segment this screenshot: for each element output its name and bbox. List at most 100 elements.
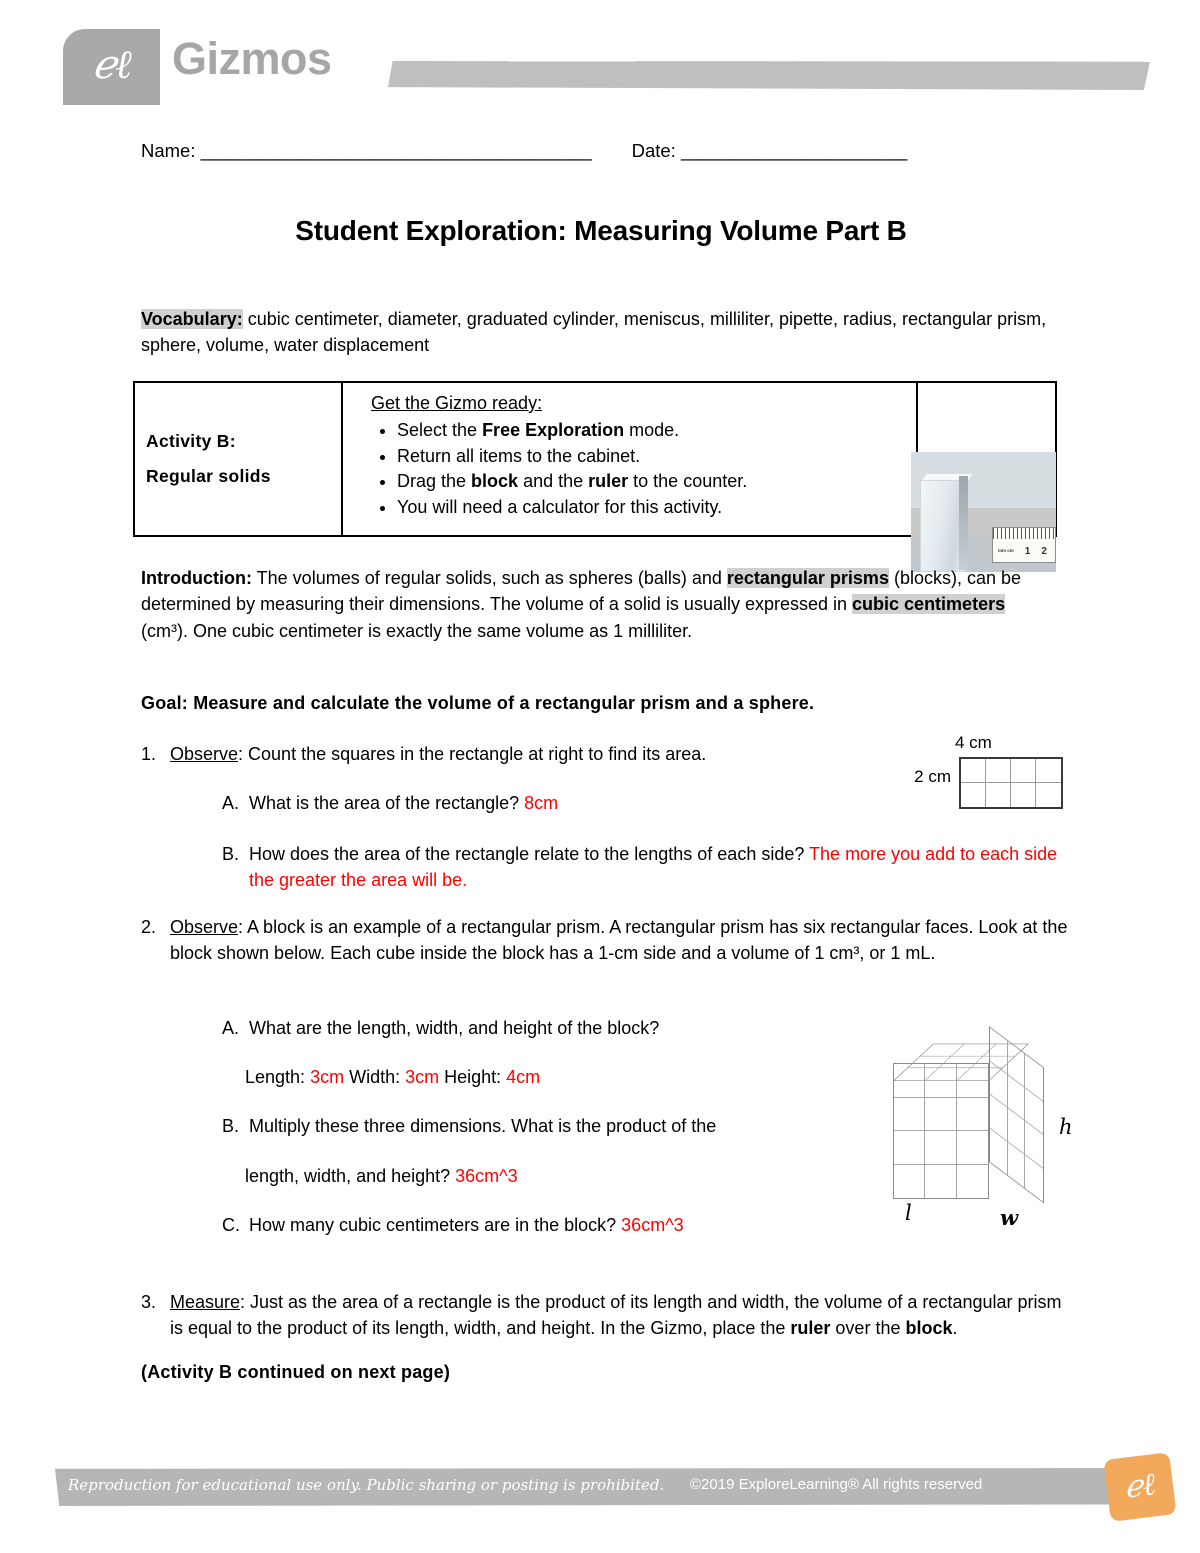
question-3: 3. Measure: Just as the area of a rectan… [141, 1289, 1071, 1342]
grid-cell [961, 783, 986, 807]
question-2b-answer-line: length, width, and height? 36cm^3 [245, 1163, 885, 1189]
cube-cell [925, 1064, 957, 1098]
grid-cell [1036, 759, 1061, 783]
prism-width-label: w [1000, 1205, 1019, 1230]
activity-instructions-cell: Get the Gizmo ready: Select the Free Exp… [345, 383, 918, 535]
introduction-term-1: rectangular prisms [726, 568, 889, 588]
question-1-verb: Observe [170, 744, 239, 764]
date-label: Date: ______________________ [631, 140, 908, 161]
footer-reproduction-notice: Reproduction for educational use only. P… [68, 1476, 665, 1494]
name-label: Name: __________________________________… [141, 140, 592, 161]
grid-cell [986, 759, 1011, 783]
question-3-verb: Measure [170, 1292, 241, 1312]
grid-cell [1011, 759, 1036, 783]
height-label: Height: [439, 1067, 507, 1087]
cube-cell [956, 1064, 988, 1098]
vocabulary-terms: cubic centimeter, diameter, graduated cy… [141, 309, 1047, 356]
continued-note: (Activity B continued on next page) [141, 1362, 451, 1382]
ruler-unit-label: mm cm [998, 547, 1014, 553]
question-2a-letter: A. [222, 1018, 240, 1038]
question-1a: A. What is the area of the rectangle? 8c… [222, 790, 922, 816]
cube-cell [925, 1164, 957, 1198]
introduction-text-1: The volumes of regular solids, such as s… [251, 568, 727, 588]
question-1b-text: How does the area of the rectangle relat… [249, 844, 810, 864]
cube-cell [894, 1131, 926, 1165]
width-label: Width: [344, 1067, 406, 1087]
prism-side-face [989, 1026, 1044, 1204]
question-2-number: 2. [141, 917, 157, 937]
ruler-numbers: mm cm 1 2 [993, 540, 1056, 562]
rectangular-prism-diagram: h l w [865, 1005, 1080, 1240]
length-answer[interactable]: 3cm [310, 1067, 344, 1087]
footer-copyright: ©2019 ExploreLearning® All rights reserv… [690, 1476, 983, 1493]
prism-height-label: h [1059, 1115, 1073, 1139]
question-3-text-end: . [952, 1318, 958, 1339]
question-3-number: 3. [141, 1292, 157, 1312]
question-2-text: : A block is an example of a rectangular… [170, 917, 1068, 964]
cube-cell [925, 1097, 957, 1131]
grid-cell [986, 783, 1011, 807]
introduction-label: Introduction: [141, 568, 252, 588]
question-2: 2. Observe: A block is an example of a r… [141, 914, 1071, 967]
question-2c: C. How many cubic centimeters are in the… [222, 1212, 862, 1238]
question-1a-answer[interactable]: 8cm [524, 793, 558, 813]
activity-title-cell: Activity B: Regular solids [135, 383, 343, 535]
question-2c-answer[interactable]: 36cm^3 [621, 1215, 683, 1235]
question-2-verb: Observe [170, 917, 239, 937]
grid-cell [1036, 783, 1061, 807]
block-and-ruler-photo: mm cm 1 2 [911, 452, 1056, 572]
activity-name: Activity B: [146, 431, 236, 451]
activity-subtitle: Regular solids [146, 466, 271, 486]
introduction-term-2: cubic centimeters [852, 594, 1006, 615]
ruler-ticks [993, 528, 1056, 539]
question-2b-answer[interactable]: 36cm^3 [455, 1166, 517, 1186]
photo-ruler: mm cm 1 2 [992, 527, 1056, 563]
prism-front-face [893, 1063, 989, 1199]
ruler-mark-1: 1 [1024, 545, 1031, 557]
activity-step: Select the Free Exploration mode. [397, 418, 916, 444]
vocabulary-label: Vocabulary: [141, 309, 243, 329]
grid-cell [1011, 783, 1036, 807]
question-1: 1. Observe: Count the squares in the rec… [141, 741, 881, 767]
question-1a-letter: A. [222, 793, 240, 813]
activity-step-list: Select the Free Exploration mode. Return… [371, 418, 916, 520]
activity-step: Drag the block and the ruler to the coun… [397, 469, 916, 495]
cube-cell [925, 1131, 957, 1165]
question-2a-text: What are the length, width, and height o… [249, 1018, 660, 1038]
document-body: Name: __________________________________… [0, 0, 1200, 1553]
photo-block-side-face [959, 476, 968, 570]
question-3-text-mid: over the [830, 1318, 906, 1339]
question-1a-text: What is the area of the rectangle? [249, 793, 525, 813]
rectangle-area-diagram: 4 cm 2 cm [889, 733, 1074, 818]
question-1-text: : Count the squares in the rectangle at … [238, 744, 707, 764]
rectangle-grid [959, 757, 1063, 809]
question-1b: B. How does the area of the rectangle re… [222, 841, 1082, 894]
question-3-bold-2: block [905, 1318, 953, 1339]
height-answer[interactable]: 4cm [506, 1067, 540, 1087]
cube-cell [894, 1164, 926, 1198]
question-2c-letter: C. [222, 1215, 240, 1235]
cube-cell [956, 1098, 988, 1131]
width-answer[interactable]: 3cm [405, 1067, 439, 1087]
introduction-paragraph: Introduction: The volumes of regular sol… [141, 565, 1056, 644]
question-2b: B. Multiply these three dimensions. What… [222, 1113, 862, 1139]
name-date-line: Name: __________________________________… [141, 140, 1081, 162]
vocabulary-section: Vocabulary: cubic centimeter, diameter, … [141, 306, 1056, 358]
cube-cell [956, 1131, 988, 1165]
rectangle-top-label: 4 cm [955, 733, 992, 752]
rectangle-left-label: 2 cm [914, 767, 951, 786]
question-3-bold-1: ruler [790, 1318, 831, 1339]
question-2a-answers: Length: 3cm Width: 3cm Height: 4cm [245, 1064, 885, 1090]
prism-length-label: l [905, 1201, 912, 1225]
explorelearning-logo: ℯℓ [1103, 1452, 1177, 1522]
question-2b-letter: B. [222, 1116, 240, 1136]
question-1b-letter: B. [222, 844, 240, 864]
question-2b-text: Multiply these three dimensions. What is… [249, 1116, 717, 1136]
length-label: Length: [245, 1067, 311, 1087]
question-2a: A. What are the length, width, and heigh… [222, 1015, 862, 1041]
explorelearning-el-icon: ℯℓ [1122, 1465, 1158, 1506]
ruler-mark-2: 2 [1041, 545, 1047, 557]
question-2b-text2: length, width, and height? [245, 1166, 456, 1186]
page-title: Student Exploration: Measuring Volume Pa… [295, 215, 907, 246]
page-footer: Reproduction for educational use only. P… [0, 1450, 1200, 1553]
